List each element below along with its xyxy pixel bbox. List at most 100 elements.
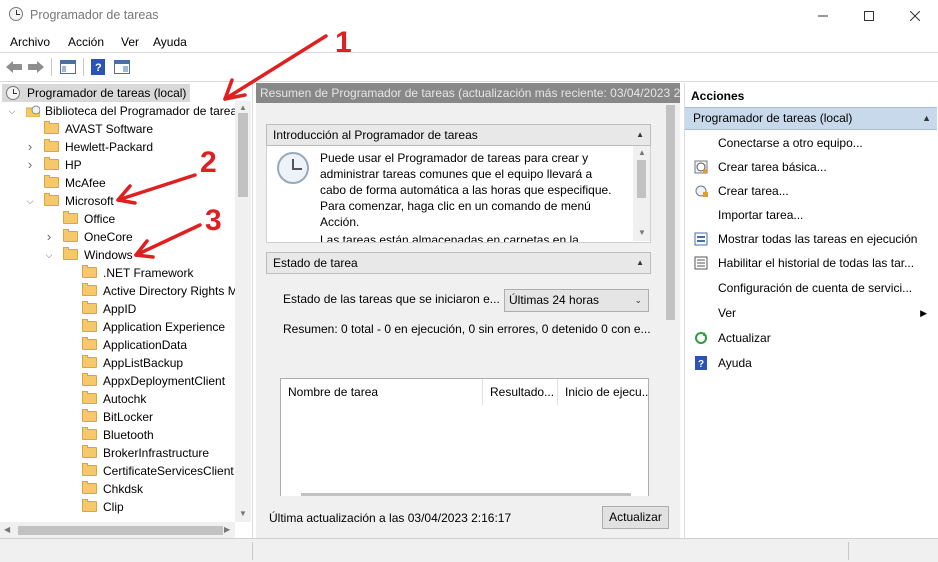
- back-button[interactable]: [4, 57, 24, 77]
- column-header-task-name[interactable]: Nombre de tarea: [281, 379, 483, 405]
- minimize-button[interactable]: [800, 0, 846, 31]
- action-item[interactable]: Habilitar el historial de todas las tar.…: [685, 252, 937, 274]
- tree-item[interactable]: AppListBackup: [0, 354, 235, 372]
- collapse-arrow-icon[interactable]: ⌵: [25, 192, 35, 210]
- summary-vertical-scrollbar[interactable]: [662, 103, 679, 496]
- action-item[interactable]: Actualizar: [685, 327, 937, 349]
- maximize-icon: [864, 10, 874, 21]
- maximize-button[interactable]: [846, 0, 892, 31]
- scroll-up-arrow-icon[interactable]: ▲: [638, 148, 646, 157]
- tree-item[interactable]: McAfee: [0, 174, 235, 192]
- tree-item[interactable]: Active Directory Rights M: [0, 282, 238, 300]
- summary-scroll-thumb[interactable]: [666, 105, 675, 320]
- expand-arrow-icon[interactable]: ›: [25, 138, 35, 156]
- tree-item[interactable]: ⌵ Microsoft: [0, 192, 235, 210]
- intro-scrollbar[interactable]: ▲ ▼: [633, 146, 650, 241]
- tree-item[interactable]: Office: [0, 210, 235, 228]
- status-section-header[interactable]: Estado de tarea ▲: [266, 252, 651, 274]
- tree-item[interactable]: Autochk: [0, 390, 235, 408]
- action-item[interactable]: Crear tarea básica...: [685, 156, 937, 178]
- tree-item[interactable]: Clip: [0, 498, 235, 516]
- show-hide-action-pane-button[interactable]: [112, 57, 132, 77]
- tree-hscroll-thumb[interactable]: [18, 526, 223, 535]
- help-button[interactable]: ?: [88, 57, 108, 77]
- expand-arrow-icon[interactable]: ›: [44, 228, 54, 246]
- collapse-section-icon[interactable]: ▲: [636, 125, 644, 145]
- folder-icon: [82, 283, 97, 296]
- menu-accion[interactable]: Acción: [68, 35, 104, 49]
- tree-item[interactable]: › HP: [0, 156, 235, 174]
- tree-item-label: Autochk: [103, 392, 147, 406]
- column-header-run-start[interactable]: Inicio de ejecu...: [558, 379, 648, 405]
- task-scheduler-clock-icon: [277, 152, 309, 184]
- tree-item[interactable]: ⌵ Windows: [0, 246, 235, 264]
- close-button[interactable]: [892, 0, 938, 31]
- task-status-grid[interactable]: Nombre de tarea Resultado... Inicio de e…: [280, 378, 649, 498]
- folder-icon: [44, 175, 59, 188]
- action-item[interactable]: ? Ayuda: [685, 352, 937, 374]
- menu-bar: Archivo Acción Ver Ayuda: [0, 31, 938, 52]
- action-item[interactable]: Ver ▶: [685, 302, 937, 324]
- collapse-group-icon[interactable]: ▲: [922, 108, 931, 129]
- scroll-down-arrow-icon[interactable]: ▼: [239, 509, 247, 518]
- intro-section-header[interactable]: Introducción al Programador de tareas ▲: [266, 124, 651, 146]
- tree-item[interactable]: Bluetooth: [0, 426, 235, 444]
- action-item-label: Configuración de cuenta de servici...: [718, 281, 913, 295]
- create-task-icon: [695, 185, 708, 197]
- tree-item[interactable]: › Hewlett-Packard: [0, 138, 235, 156]
- tree-scroll-thumb[interactable]: [238, 113, 248, 197]
- forward-button[interactable]: [26, 57, 46, 77]
- folder-icon: [82, 409, 97, 422]
- tree-item[interactable]: Application Experience: [0, 318, 235, 336]
- tree-item[interactable]: .NET Framework: [0, 264, 235, 282]
- tree-item[interactable]: ApplicationData: [0, 336, 235, 354]
- folder-icon: [82, 463, 97, 476]
- scroll-down-arrow-icon[interactable]: ▼: [638, 228, 646, 237]
- scroll-left-arrow-icon[interactable]: ◀: [4, 525, 10, 534]
- scroll-right-arrow-icon[interactable]: ▶: [224, 525, 230, 534]
- console-tree[interactable]: Programador de tareas (local) ⌵ Bibliote…: [0, 83, 253, 538]
- column-header-result[interactable]: Resultado...: [483, 379, 558, 405]
- tree-item[interactable]: BitLocker: [0, 408, 235, 426]
- tree-item-label: OneCore: [84, 230, 133, 244]
- tree-item-label: .NET Framework: [103, 266, 194, 280]
- collapse-section-icon[interactable]: ▲: [636, 253, 644, 273]
- tree-item-label: Clip: [103, 500, 124, 514]
- tree-item-label: Microsoft: [65, 194, 114, 208]
- tree-root[interactable]: Programador de tareas (local): [2, 84, 190, 102]
- folder-icon: [44, 193, 59, 206]
- action-item[interactable]: Configuración de cuenta de servici...: [685, 277, 937, 299]
- tree-item[interactable]: › OneCore: [0, 228, 235, 246]
- create-basic-task-icon: [694, 160, 708, 174]
- action-item[interactable]: Mostrar todas las tareas en ejecución: [685, 228, 937, 250]
- tree-item[interactable]: CertificateServicesClient: [0, 462, 235, 480]
- show-hide-tree-button[interactable]: [58, 57, 78, 77]
- tree-item[interactable]: AppxDeploymentClient: [0, 372, 235, 390]
- chevron-down-icon: ⌄: [634, 295, 642, 305]
- actions-group-header[interactable]: Programador de tareas (local) ▲: [685, 107, 937, 130]
- refresh-button[interactable]: Actualizar: [602, 506, 669, 529]
- menu-archivo[interactable]: Archivo: [10, 35, 50, 49]
- action-item[interactable]: Importar tarea...: [685, 204, 937, 226]
- tree-item[interactable]: Chkdsk: [0, 480, 235, 498]
- tree-horizontal-scrollbar[interactable]: ◀ ▶: [0, 522, 235, 538]
- scroll-up-arrow-icon[interactable]: ▲: [239, 103, 247, 112]
- tree-item[interactable]: AppID: [0, 300, 235, 318]
- intro-scroll-thumb[interactable]: [637, 160, 646, 198]
- svg-text:?: ?: [95, 62, 102, 74]
- tree-library[interactable]: ⌵ Biblioteca del Programador de tareas: [0, 102, 252, 120]
- collapse-arrow-icon[interactable]: ⌵: [7, 102, 17, 120]
- tree-item[interactable]: AVAST Software: [0, 120, 235, 138]
- action-item[interactable]: Crear tarea...: [685, 180, 937, 202]
- menu-ayuda[interactable]: Ayuda: [153, 35, 187, 49]
- tree-item-label: Active Directory Rights M: [103, 284, 238, 298]
- status-bar: [0, 538, 938, 562]
- back-icon: [6, 61, 22, 73]
- expand-arrow-icon[interactable]: ›: [25, 156, 35, 174]
- tree-item[interactable]: BrokerInfrastructure: [0, 444, 235, 462]
- action-item[interactable]: Conectarse a otro equipo...: [685, 132, 937, 154]
- tree-vertical-scrollbar[interactable]: ▲ ▼: [235, 101, 251, 522]
- menu-ver[interactable]: Ver: [121, 35, 139, 49]
- status-period-select[interactable]: Últimas 24 horas ⌄: [504, 289, 649, 312]
- collapse-arrow-icon[interactable]: ⌵: [44, 246, 54, 264]
